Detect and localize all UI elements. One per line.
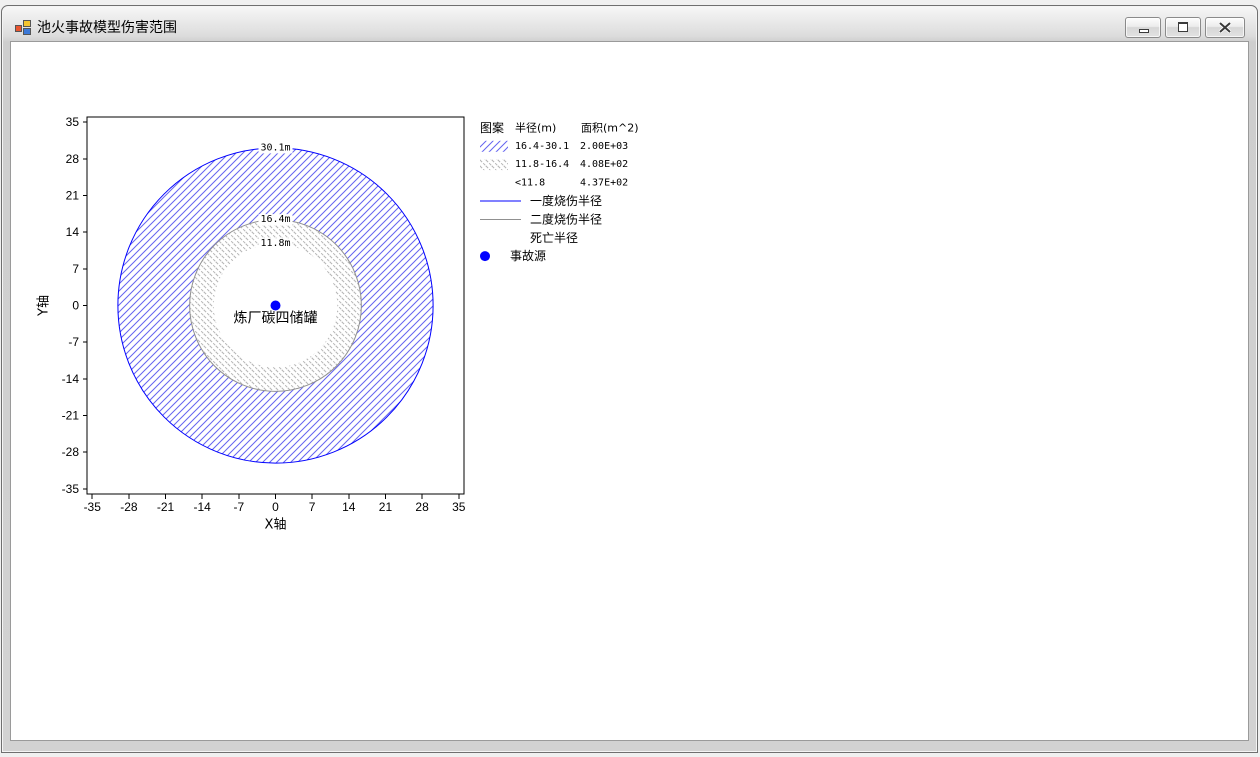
legend-source-label: 事故源 xyxy=(510,248,546,263)
legend-zone-area: 4.08E+02 xyxy=(580,159,628,170)
x-tick-label: -28 xyxy=(120,500,138,514)
x-tick-label: -21 xyxy=(157,500,175,514)
legend-zone-range: 16.4-30.1 xyxy=(515,141,569,152)
minimize-icon xyxy=(1139,29,1149,33)
accident-source-point xyxy=(270,300,281,311)
app-window: 池火事故模型伤害范围 30.1m 16.4m 11.8m 炼厂碳四储罐 35 28 21 14… xyxy=(1,5,1258,753)
maximize-icon xyxy=(1178,22,1188,32)
y-tick-label: 0 xyxy=(72,299,79,313)
radius-label: 30.1m xyxy=(260,142,290,153)
legend-line-label: 死亡半径 xyxy=(530,231,578,245)
x-tick-label: 0 xyxy=(272,500,279,514)
legend-header: 半径(m) xyxy=(515,121,556,135)
legend-zone-range: 11.8-16.4 xyxy=(515,159,569,170)
x-tick-label: 7 xyxy=(309,500,316,514)
accident-source-label: 炼厂碳四储罐 xyxy=(234,311,318,327)
y-tick-label: -21 xyxy=(62,408,80,422)
x-tick-label: -14 xyxy=(194,500,212,514)
x-tick-label: 28 xyxy=(415,500,429,514)
legend-zone-area: 2.00E+03 xyxy=(580,141,628,152)
radius-label: 11.8m xyxy=(260,238,290,249)
maximize-button[interactable] xyxy=(1165,17,1201,38)
legend-header: 面积(m^2) xyxy=(581,122,639,135)
close-button[interactable] xyxy=(1205,17,1245,38)
legend-swatch xyxy=(480,159,508,171)
x-tick-label: -7 xyxy=(234,500,245,514)
legend-header: 图案 xyxy=(480,120,504,135)
app-icon-red-square xyxy=(15,25,22,32)
y-tick-label: -14 xyxy=(62,372,80,386)
x-tick-label: 14 xyxy=(342,500,356,514)
legend-line-label: 一度烧伤半径 xyxy=(530,193,602,208)
app-icon[interactable] xyxy=(15,20,31,36)
y-tick-label: -35 xyxy=(62,482,80,496)
y-tick-label: -7 xyxy=(68,335,79,349)
y-tick-label: 7 xyxy=(72,262,79,276)
y-axis-title: Y轴 xyxy=(37,295,52,317)
y-tick-label: 28 xyxy=(66,152,80,166)
x-tick-label: 21 xyxy=(379,500,393,514)
legend-zone-range: <11.8 xyxy=(515,177,545,188)
x-tick-label: 35 xyxy=(452,500,466,514)
client-area: 30.1m 16.4m 11.8m 炼厂碳四储罐 35 28 21 14 7 0 -7 -14 -21 -… xyxy=(10,41,1249,741)
window-title: 池火事故模型伤害范围 xyxy=(37,20,177,36)
title-bar[interactable]: 池火事故模型伤害范围 xyxy=(2,6,1257,41)
minimize-button[interactable] xyxy=(1125,17,1161,38)
x-axis-title: X轴 xyxy=(265,518,287,533)
legend-swatch xyxy=(480,140,508,152)
close-icon-cross xyxy=(1219,22,1231,33)
y-tick-label: 21 xyxy=(66,189,80,203)
close-icon xyxy=(1219,22,1231,33)
pool-fire-damage-chart: 30.1m 16.4m 11.8m 炼厂碳四储罐 35 28 21 14 7 0 -7 -14 -21 -… xyxy=(37,115,639,533)
legend-zone-area: 4.37E+02 xyxy=(580,177,628,188)
radius-label: 16.4m xyxy=(260,214,290,225)
app-icon-blue-square xyxy=(23,28,31,35)
legend: 图案 半径(m) 面积(m^2) 16.4-30.1 2.00E+03 11.8-16.4… xyxy=(480,120,639,263)
app-icon-yellow-square xyxy=(23,20,31,27)
y-tick-label: 35 xyxy=(66,115,80,129)
y-tick-label: -28 xyxy=(62,445,80,459)
legend-source-marker xyxy=(480,251,490,262)
legend-line-label: 二度烧伤半径 xyxy=(530,212,602,227)
y-tick-label: 14 xyxy=(66,225,80,239)
x-tick-label: -35 xyxy=(84,500,102,514)
